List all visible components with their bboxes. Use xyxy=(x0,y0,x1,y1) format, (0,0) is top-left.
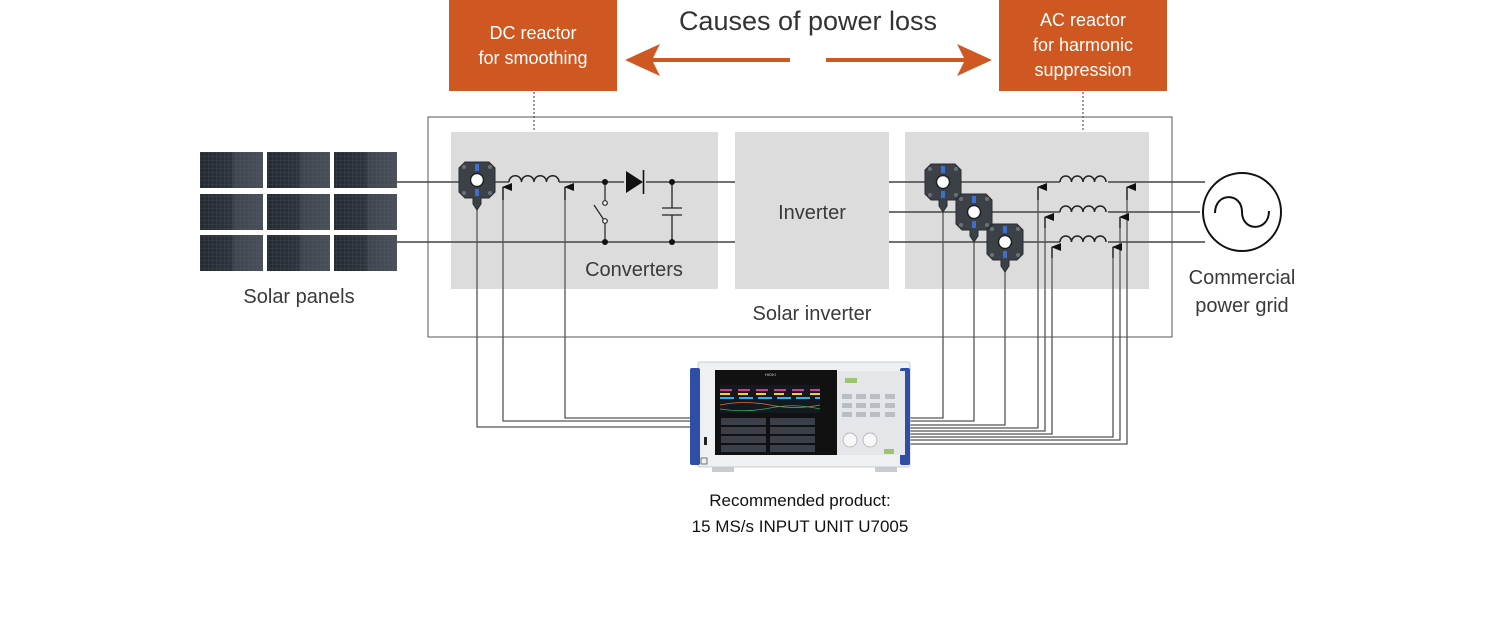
product-line2: 15 MS/s INPUT UNIT U7005 xyxy=(691,517,909,536)
left-arrow xyxy=(625,44,790,76)
grid-label-line2: power grid xyxy=(1195,295,1289,317)
diagram-title: Causes of power loss xyxy=(678,6,938,36)
solar-panel-icon xyxy=(200,152,263,188)
right-arrow xyxy=(826,44,992,76)
solar-panel-icon xyxy=(267,194,330,230)
ac-reactor-callout: AC reactor for harmonic suppression xyxy=(999,0,1167,91)
solar-panel-icon xyxy=(334,194,397,230)
solar-panel-icon xyxy=(334,235,397,271)
solar-panels-label: Solar panels xyxy=(243,286,355,308)
device-brand: HIOKI xyxy=(765,372,776,377)
ac-callout-line2: for harmonic xyxy=(1032,35,1134,55)
ac-source-icon xyxy=(1202,172,1282,252)
ac-callout-line3: suppression xyxy=(1034,60,1132,80)
dc-callout-line1: DC reactor xyxy=(489,22,577,43)
solar-inverter-label: Solar inverter xyxy=(752,303,872,325)
recommended-product-caption: Recommended product: 15 MS/s INPUT UNIT … xyxy=(650,488,950,540)
grid-label-line1: Commercial xyxy=(1188,267,1296,289)
ac-callout-line1: AC reactor xyxy=(1039,10,1126,30)
product-line1: Recommended product: xyxy=(709,491,891,510)
converters-label: Converters xyxy=(585,259,683,281)
commercial-power-grid-label: Commercial power grid xyxy=(1142,264,1342,320)
solar-panel-icon xyxy=(267,235,330,271)
solar-panel-icon xyxy=(200,194,263,230)
dc-callout-line2: for smoothing xyxy=(478,47,588,68)
solar-panel-icon xyxy=(200,235,263,271)
dc-reactor-callout: DC reactor for smoothing xyxy=(449,0,617,91)
power-analyzer-device xyxy=(690,361,911,472)
solar-panel-icon xyxy=(267,152,330,188)
solar-panel-array xyxy=(200,152,397,271)
inverter-label: Inverter xyxy=(778,202,846,224)
solar-panel-icon xyxy=(334,152,397,188)
